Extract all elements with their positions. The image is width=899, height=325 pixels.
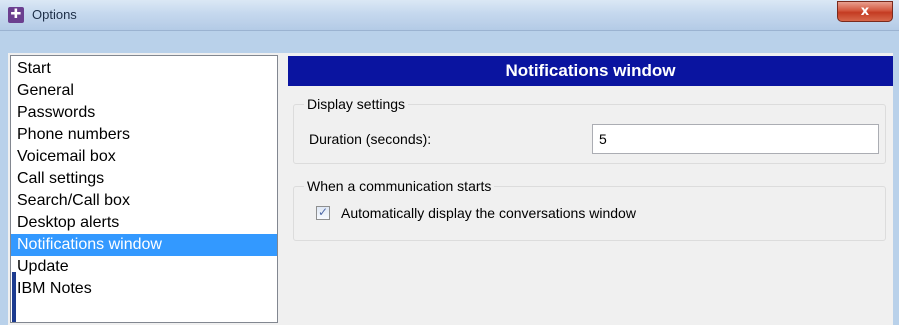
sidebar-item-update[interactable]: Update: [11, 256, 277, 278]
sidebar-item-label: Call settings: [17, 170, 105, 187]
sidebar-item-label: Voicemail box: [17, 148, 116, 165]
close-button[interactable]: x: [837, 1, 893, 22]
checkmark-icon: ✓: [317, 205, 329, 219]
title-bar[interactable]: ✚ Options x: [0, 0, 899, 31]
list-focus-edge: [12, 272, 16, 322]
sidebar-item-label: IBM Notes: [17, 280, 92, 297]
sidebar-item-ibm-notes[interactable]: IBM Notes: [11, 278, 277, 300]
sidebar-item-search-call-box[interactable]: Search/Call box: [11, 190, 277, 212]
sidebar-item-voicemail-box[interactable]: Voicemail box: [11, 146, 277, 168]
sidebar-item-label: Start: [17, 60, 51, 77]
window-right-border: [893, 53, 899, 325]
sidebar-item-phone-numbers[interactable]: Phone numbers: [11, 124, 277, 146]
window-title: Options: [32, 7, 77, 22]
display-settings-title: Display settings: [304, 95, 409, 113]
options-category-list[interactable]: Start General Passwords Phone numbers Vo…: [10, 55, 278, 323]
sidebar-item-label: Desktop alerts: [17, 214, 120, 231]
duration-input[interactable]: [592, 124, 879, 154]
sidebar-item-label: Notifications window: [17, 236, 162, 253]
panel-header: Notifications window: [288, 56, 893, 86]
options-window: ✚ Options x Start General Passwords Phon…: [0, 0, 899, 325]
auto-display-label[interactable]: Automatically display the conversations …: [341, 205, 636, 221]
communication-group-title: When a communication starts: [304, 177, 495, 195]
sidebar-item-desktop-alerts[interactable]: Desktop alerts: [11, 212, 277, 234]
close-icon: x: [860, 4, 870, 19]
sidebar-item-notifications-window[interactable]: Notifications window: [11, 234, 277, 256]
sidebar-item-label: Search/Call box: [17, 192, 130, 209]
auto-display-checkbox[interactable]: ✓: [316, 205, 330, 220]
duration-label: Duration (seconds):: [309, 131, 432, 147]
sidebar-item-label: Update: [17, 258, 69, 275]
sidebar-item-label: Passwords: [17, 104, 96, 121]
sidebar-item-call-settings[interactable]: Call settings: [11, 168, 277, 190]
sidebar-item-label: Phone numbers: [17, 126, 130, 143]
sidebar-item-start[interactable]: Start: [11, 58, 277, 80]
sidebar-item-label: General: [17, 82, 74, 99]
sidebar-item-passwords[interactable]: Passwords: [11, 102, 277, 124]
sidebar-item-general[interactable]: General: [11, 80, 277, 102]
options-app-icon: ✚: [8, 7, 24, 23]
